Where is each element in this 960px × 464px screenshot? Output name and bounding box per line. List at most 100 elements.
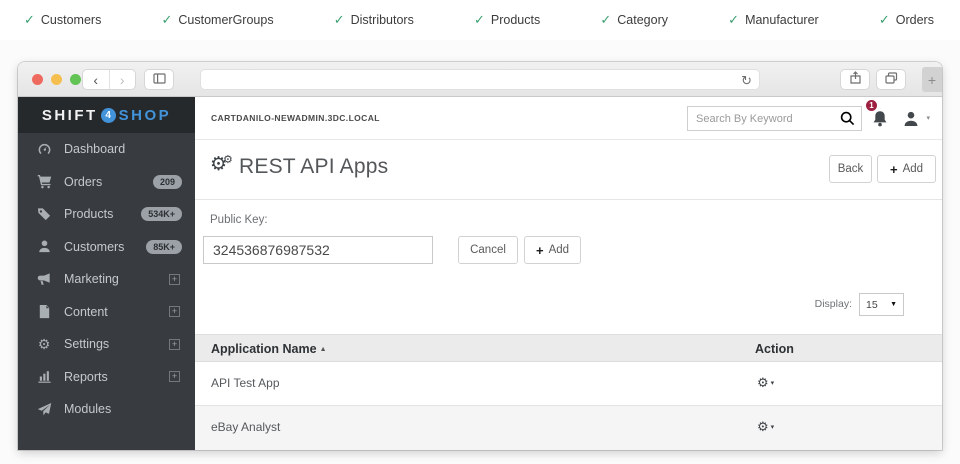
logo-badge-4: 4 — [101, 108, 116, 123]
minimize-button[interactable] — [51, 74, 62, 85]
export-item-customers: ✓ Customers — [24, 12, 101, 28]
share-button[interactable] — [840, 69, 870, 90]
export-item-label: Products — [491, 13, 540, 27]
sidebar-toggle-button[interactable] — [144, 69, 174, 90]
sidebar-item-label: Content — [64, 305, 108, 319]
close-button[interactable] — [32, 74, 43, 85]
display-count-select[interactable]: 15 ▼ — [859, 293, 904, 316]
tags-icon — [36, 207, 52, 222]
keyword-search-box — [687, 106, 862, 131]
app-name-cell: API Test App — [211, 376, 280, 390]
cancel-button[interactable]: Cancel — [458, 236, 518, 264]
sidebar-item-dashboard[interactable]: Dashboard — [18, 133, 195, 166]
export-item-orders: ✓ Orders — [879, 12, 934, 28]
admin-app: SHIFT 4 SHOP Dashboard Orders 209 — [18, 97, 942, 450]
export-item-label: Distributors — [351, 13, 414, 27]
row-action-menu[interactable]: ⚙▾ — [757, 374, 774, 392]
add-button-label: Add — [903, 163, 923, 175]
zoom-button[interactable] — [70, 74, 81, 85]
nav-buttons: ‹ › — [82, 69, 136, 90]
plus-icon: + — [890, 162, 898, 177]
column-header-action: Action — [755, 342, 794, 356]
sidebar-item-customers[interactable]: Customers 85K+ — [18, 231, 195, 264]
store-domain: CARTDANILO-NEWADMIN.3DC.LOCAL — [211, 113, 380, 123]
sidebar-item-label: Settings — [64, 337, 109, 351]
export-item-distributors: ✓ Distributors — [334, 12, 414, 28]
sidebar-item-orders[interactable]: Orders 209 — [18, 166, 195, 199]
search-input[interactable] — [696, 108, 831, 129]
add-button-form[interactable]: + Add — [524, 236, 581, 264]
check-icon: ✓ — [879, 12, 890, 28]
refresh-icon[interactable]: ↻ — [741, 72, 752, 89]
browser-toolbar: ‹ › ↻ + — [18, 62, 942, 97]
export-item-products: ✓ Products — [474, 12, 540, 28]
check-icon: ✓ — [728, 12, 739, 28]
public-key-label: Public Key: — [210, 214, 268, 226]
document-icon — [36, 304, 52, 319]
logo-text-shop: SHOP — [119, 107, 172, 124]
public-key-input[interactable] — [203, 236, 433, 264]
new-tab-button[interactable]: + — [922, 67, 942, 92]
tab-overview-button[interactable] — [876, 69, 906, 90]
app-name-cell: eBay Analyst — [211, 420, 280, 434]
check-icon: ✓ — [600, 12, 611, 28]
cancel-button-label: Cancel — [470, 244, 506, 256]
search-icon[interactable] — [840, 111, 855, 131]
window-controls — [32, 74, 81, 85]
table-row: eBay Analyst ⚙▾ — [195, 406, 942, 450]
export-item-label: CustomerGroups — [178, 13, 273, 27]
sidebar-item-label: Customers — [64, 240, 124, 254]
expand-icon[interactable]: + — [169, 274, 180, 285]
export-item-manufacturer: ✓ Manufacturer — [728, 12, 819, 28]
dashboard-icon — [36, 142, 52, 157]
notifications-bell-icon[interactable] — [870, 109, 890, 129]
display-label: Display: — [815, 298, 852, 310]
export-item-label: Manufacturer — [745, 13, 819, 27]
column-label: Application Name — [211, 342, 317, 356]
expand-icon[interactable]: + — [169, 339, 180, 350]
gear-icon: ⚙ — [757, 375, 769, 390]
sidebar-item-marketing[interactable]: Marketing + — [18, 263, 195, 296]
products-count-badge: 534K+ — [141, 207, 182, 221]
sidebar-item-modules[interactable]: Modules — [18, 393, 195, 426]
export-item-customergroups: ✓ CustomerGroups — [161, 12, 273, 28]
sidebar-item-label: Products — [64, 207, 113, 221]
column-header-application-name[interactable]: Application Name▲ — [211, 342, 327, 356]
plus-icon: + — [536, 243, 544, 258]
row-action-menu[interactable]: ⚙▾ — [757, 418, 774, 436]
sidebar-item-settings[interactable]: ⚙ Settings + — [18, 328, 195, 361]
sidebar-item-label: Orders — [64, 175, 102, 189]
back-button-label: Back — [838, 163, 864, 175]
check-icon: ✓ — [161, 12, 172, 28]
address-bar[interactable]: ↻ — [200, 69, 760, 90]
expand-icon[interactable]: + — [169, 371, 180, 382]
gears-icon: ⚙⚙ — [210, 153, 237, 176]
gears-icon: ⚙ — [36, 336, 52, 353]
sidebar-item-products[interactable]: Products 534K+ — [18, 198, 195, 231]
sidebar-item-reports[interactable]: Reports + — [18, 361, 195, 394]
sidebar-item-label: Dashboard — [64, 142, 125, 156]
sidebar-item-label: Marketing — [64, 272, 119, 286]
page-title: REST API Apps — [239, 155, 388, 179]
export-status-bar: ✓ Customers ✓ CustomerGroups ✓ Distribut… — [0, 0, 960, 40]
shift4shop-logo: SHIFT 4 SHOP — [18, 97, 195, 133]
back-button[interactable]: Back — [829, 155, 872, 183]
export-item-label: Orders — [896, 13, 934, 27]
expand-icon[interactable]: + — [169, 306, 180, 317]
account-user-icon[interactable] — [902, 110, 920, 128]
orders-count-badge: 209 — [153, 175, 182, 189]
add-button-top[interactable]: + Add — [877, 155, 936, 183]
sidebar-item-content[interactable]: Content + — [18, 296, 195, 329]
page-title-row: ⚙⚙ REST API Apps Back + Add — [195, 140, 942, 200]
gear-small: ⚙ — [223, 154, 233, 166]
browser-window: ‹ › ↻ + — [18, 62, 942, 450]
forward-nav-button[interactable]: › — [110, 70, 136, 89]
back-nav-button[interactable]: ‹ — [83, 70, 110, 89]
main-panel: CARTDANILO-NEWADMIN.3DC.LOCAL 1 ▾ — [195, 97, 942, 450]
check-icon: ✓ — [24, 12, 35, 28]
export-item-label: Category — [617, 13, 668, 27]
url-input[interactable] — [209, 70, 729, 89]
admin-header: CARTDANILO-NEWADMIN.3DC.LOCAL 1 ▾ — [195, 97, 942, 140]
share-icon — [850, 71, 861, 89]
sidebar-toggle-icon — [153, 71, 166, 89]
